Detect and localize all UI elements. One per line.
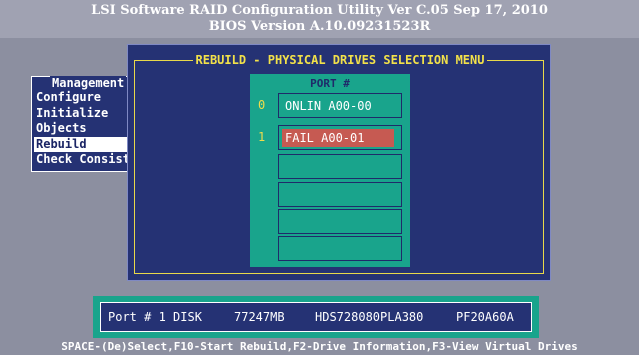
drive-info-port: Port # 1 DISK: [108, 310, 202, 324]
app-title: LSI Software RAID Configuration Utility …: [91, 3, 548, 18]
drive-slot-0[interactable]: ONLIN A00-00: [278, 93, 402, 118]
menu-item-configure[interactable]: Configure: [34, 90, 138, 106]
drive-slot-2[interactable]: [278, 154, 402, 179]
menu-item-rebuild[interactable]: Rebuild: [34, 136, 138, 152]
menu-item-objects[interactable]: Objects: [34, 121, 138, 137]
drive-slot-4[interactable]: [278, 209, 402, 234]
management-menu-list: Configure Initialize Objects Rebuild Che…: [34, 90, 138, 168]
drive-info-firmware: PF20A60A: [456, 310, 514, 324]
rebuild-dialog-title-text: REBUILD - PHYSICAL DRIVES SELECTION MENU: [192, 53, 488, 67]
management-menu: Management Configure Initialize Objects …: [31, 76, 139, 172]
port-selection-panel: PORT # 0 ONLIN A00-00 1 FAIL A00-01: [250, 74, 410, 267]
drive-info-panel: Port # 1 DISK 77247MB HDS728080PLA380 PF…: [100, 302, 532, 332]
menu-item-check-consistency[interactable]: Check Consist: [34, 152, 138, 168]
drive-info-model: HDS728080PLA380: [315, 310, 424, 324]
menu-item-initialize[interactable]: Initialize: [34, 106, 138, 122]
slot-number-1: 1: [258, 130, 266, 144]
rebuild-dialog-title: REBUILD - PHYSICAL DRIVES SELECTION MENU: [128, 53, 552, 67]
port-header: PORT #: [310, 77, 350, 90]
bios-version: BIOS Version A.10.09231523R: [208, 19, 431, 34]
drive-slot-0-label: ONLIN A00-00: [285, 99, 372, 113]
drive-slot-3[interactable]: [278, 182, 402, 207]
drive-info-box: Port # 1 DISK 77247MB HDS728080PLA380 PF…: [93, 296, 539, 338]
title-bar: LSI Software RAID Configuration Utility …: [0, 0, 639, 38]
drive-slot-1[interactable]: FAIL A00-01: [278, 125, 402, 150]
drive-slot-1-label: FAIL A00-01: [282, 129, 394, 147]
slot-number-0: 0: [258, 98, 266, 112]
drive-info-size: 77247MB: [234, 310, 285, 324]
drive-slot-5[interactable]: [278, 236, 402, 261]
management-menu-title: Management: [50, 76, 127, 90]
status-bar: SPACE-(De)Select,F10-Start Rebuild,F2-Dr…: [0, 338, 639, 355]
